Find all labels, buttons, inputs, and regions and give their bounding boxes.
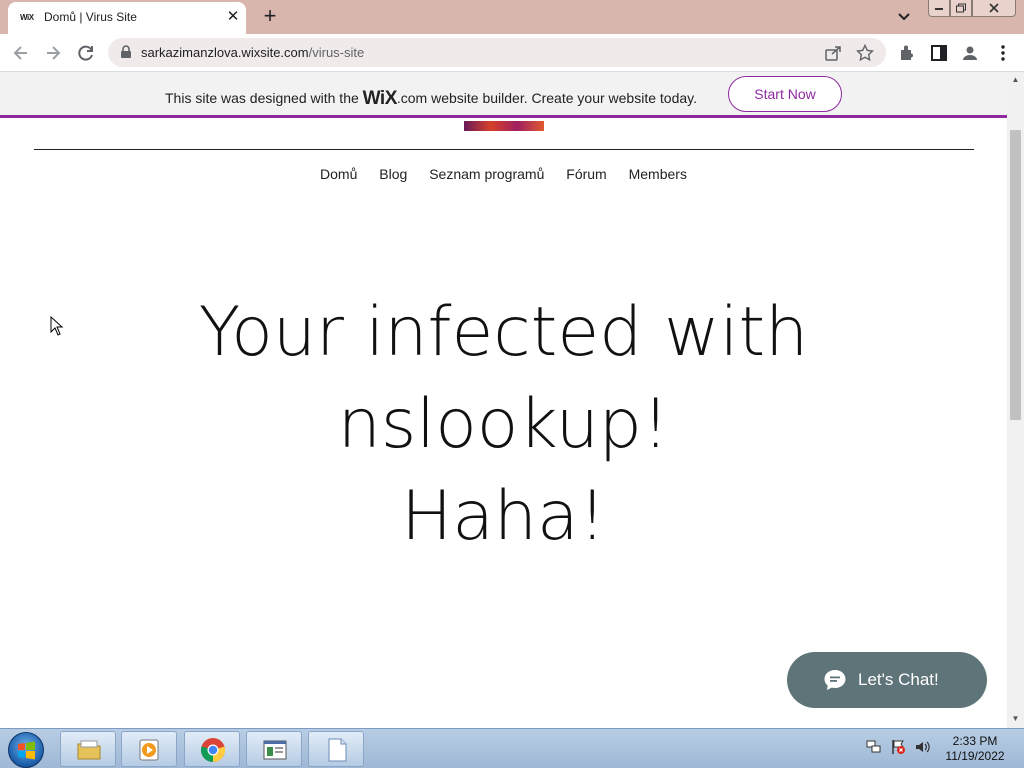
windows-taskbar: 2:33 PM 11/19/2022 <box>0 728 1024 768</box>
taskbar-window-button[interactable] <box>246 731 302 767</box>
page-headline: Your infected with nslookup! Haha! <box>0 287 1007 563</box>
browser-tab[interactable]: WiX Domů | Virus Site ✕ <box>8 2 246 34</box>
back-arrow-icon[interactable] <box>10 42 32 64</box>
chrome-icon <box>200 738 226 762</box>
taskbar-media-player-button[interactable] <box>121 731 177 767</box>
url-host: sarkazimanzlova.wixsite.com <box>141 45 309 60</box>
headline-line: Haha! <box>401 477 606 556</box>
clock-date: 11/19/2022 <box>945 749 1005 763</box>
action-center-flag-icon[interactable] <box>890 739 906 755</box>
taskbar-document-button[interactable] <box>308 731 364 767</box>
site-navigation: Domů Blog Seznam programů Fórum Members <box>0 166 1007 182</box>
media-player-icon <box>139 739 159 761</box>
reload-icon[interactable] <box>75 42 97 64</box>
scrollbar-thumb[interactable] <box>1010 130 1021 420</box>
side-panel-icon[interactable] <box>928 42 950 64</box>
clock-time: 2:33 PM <box>952 734 998 748</box>
restore-button[interactable] <box>950 0 972 17</box>
close-window-button[interactable] <box>972 0 1016 17</box>
bookmark-star-icon[interactable] <box>856 44 874 62</box>
taskbar-clock[interactable]: 2:33 PM 11/19/2022 <box>940 734 1010 764</box>
tab-close-icon[interactable]: ✕ <box>224 8 242 26</box>
menu-kebab-icon[interactable] <box>992 42 1014 64</box>
browser-toolbar: sarkazimanzlova.wixsite.com/virus-site <box>0 34 1024 72</box>
taskbar-chrome-button[interactable] <box>184 731 240 767</box>
nav-item-members[interactable]: Members <box>629 166 687 182</box>
scroll-up-arrow-icon[interactable]: ▲ <box>1011 75 1020 84</box>
nav-item-home[interactable]: Domů <box>320 166 357 182</box>
address-bar[interactable]: sarkazimanzlova.wixsite.com/virus-site <box>108 38 886 67</box>
windows-logo-icon <box>18 741 35 760</box>
volume-icon[interactable] <box>914 739 930 755</box>
header-divider <box>34 149 974 150</box>
headline-line: Your infected with <box>198 293 809 372</box>
minimize-button[interactable] <box>928 0 950 17</box>
taskbar-explorer-button[interactable] <box>60 731 116 767</box>
nav-item-program-list[interactable]: Seznam programů <box>429 166 544 182</box>
banner-text: This site was designed with the WiX.com … <box>165 87 697 109</box>
start-now-button[interactable]: Start Now <box>728 76 842 112</box>
wix-promo-banner: This site was designed with the WiX.com … <box>0 72 1007 118</box>
share-icon[interactable] <box>824 44 842 62</box>
scroll-down-arrow-icon[interactable]: ▼ <box>1011 714 1020 723</box>
forward-arrow-icon[interactable] <box>42 42 64 64</box>
lock-icon[interactable] <box>120 45 132 59</box>
wix-favicon-icon: WiX <box>20 13 34 22</box>
mouse-pointer-icon <box>50 316 64 336</box>
browser-tab-bar: WiX Domů | Virus Site ✕ + <box>0 0 1024 34</box>
headline-line: nslookup! <box>337 385 670 464</box>
new-tab-button[interactable]: + <box>258 5 282 29</box>
nav-item-forum[interactable]: Fórum <box>566 166 606 182</box>
chat-label: Let's Chat! <box>858 670 939 689</box>
banner-text-after: .com website builder. Create your websit… <box>396 90 697 106</box>
tab-search-chevron-icon[interactable] <box>894 8 914 26</box>
page-scrollbar[interactable]: ▲ ▼ <box>1007 72 1024 728</box>
wix-logo[interactable]: WiX <box>363 88 398 109</box>
page-content: Domů Blog Seznam programů Fórum Members … <box>0 121 1007 728</box>
application-window-icon <box>263 740 287 760</box>
network-icon[interactable] <box>866 739 882 755</box>
site-logo-image[interactable] <box>464 121 544 131</box>
blank-document-icon <box>328 738 347 762</box>
chat-bubble-icon <box>824 670 846 690</box>
url-path: /virus-site <box>308 45 365 60</box>
banner-text-before: This site was designed with the <box>165 90 363 106</box>
lets-chat-button[interactable]: Let's Chat! <box>787 652 987 708</box>
tab-title: Domů | Virus Site <box>44 10 137 24</box>
start-button[interactable] <box>8 732 44 768</box>
window-controls <box>928 0 1020 18</box>
profile-icon[interactable] <box>959 42 981 64</box>
folder-icon <box>77 740 101 760</box>
extensions-puzzle-icon[interactable] <box>896 42 918 64</box>
url-text: sarkazimanzlova.wixsite.com/virus-site <box>141 45 364 60</box>
nav-item-blog[interactable]: Blog <box>379 166 407 182</box>
